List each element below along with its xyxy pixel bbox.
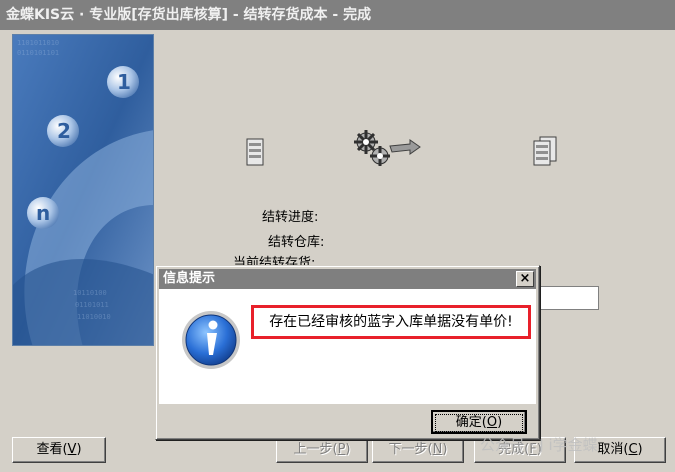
dialog-title: 信息提示: [163, 271, 216, 286]
carry-warehouse-label: 结转仓库:: [268, 235, 325, 250]
next-label: 下一步(: [388, 442, 433, 457]
back-label: 上一步(: [293, 442, 338, 457]
dialog-titlebar: 信息提示 ×: [159, 269, 536, 289]
svg-text:1: 1: [117, 70, 131, 94]
cancel-label: 取消(: [597, 442, 629, 457]
svg-text:2: 2: [57, 119, 71, 143]
svg-text:10110100: 10110100: [73, 289, 107, 297]
info-dialog: 信息提示 × 存在已经审核的蓝字入库单据没有单价! 确定(O): [155, 265, 540, 440]
database-stack-icon: [532, 136, 558, 170]
close-icon[interactable]: ×: [516, 271, 534, 287]
view-button[interactable]: 查看(V): [12, 437, 106, 463]
window-titlebar: 金蝶KIS云 · 专业版[存货出库核算] - 结转存货成本 - 完成: [0, 0, 675, 30]
watermark: 公众号 · J i学金蝶: [480, 436, 598, 454]
dialog-message: 存在已经审核的蓝字入库单据没有单价!: [251, 305, 531, 339]
back-button[interactable]: 上一步(P): [276, 437, 368, 463]
wizard-illustration: 1101011010 0110101101 10110100 01101011 …: [12, 34, 154, 346]
svg-text:01101011: 01101011: [75, 301, 109, 309]
database-server-icon: [245, 138, 265, 170]
ok-focus-ring: 确定(O): [435, 414, 523, 432]
carry-progress-label: 结转进度:: [262, 210, 319, 225]
ok-label: 确定(: [455, 415, 487, 430]
cancel-key: C: [628, 442, 638, 457]
svg-text:n: n: [36, 201, 50, 225]
next-button[interactable]: 下一步(N): [372, 437, 464, 463]
view-label: 查看(: [36, 442, 68, 457]
ok-button[interactable]: 确定(O): [431, 410, 527, 434]
ok-paren: ): [497, 415, 503, 430]
svg-text:1101011010: 1101011010: [17, 39, 59, 47]
view-paren: ): [76, 442, 82, 457]
gears-arrow-icon: [352, 128, 422, 172]
window-title: 金蝶KIS云 · 专业版[存货出库核算] - 结转存货成本 - 完成: [6, 7, 372, 23]
cancel-paren: ): [637, 442, 643, 457]
dialog-body: 存在已经审核的蓝字入库单据没有单价!: [159, 289, 536, 404]
svg-text:0110101101: 0110101101: [17, 49, 59, 57]
info-icon: [180, 309, 242, 371]
back-paren: ): [345, 442, 351, 457]
svg-text:11010010: 11010010: [77, 313, 111, 321]
ok-key: O: [486, 415, 498, 430]
next-paren: ): [442, 442, 448, 457]
next-key: N: [432, 442, 443, 457]
